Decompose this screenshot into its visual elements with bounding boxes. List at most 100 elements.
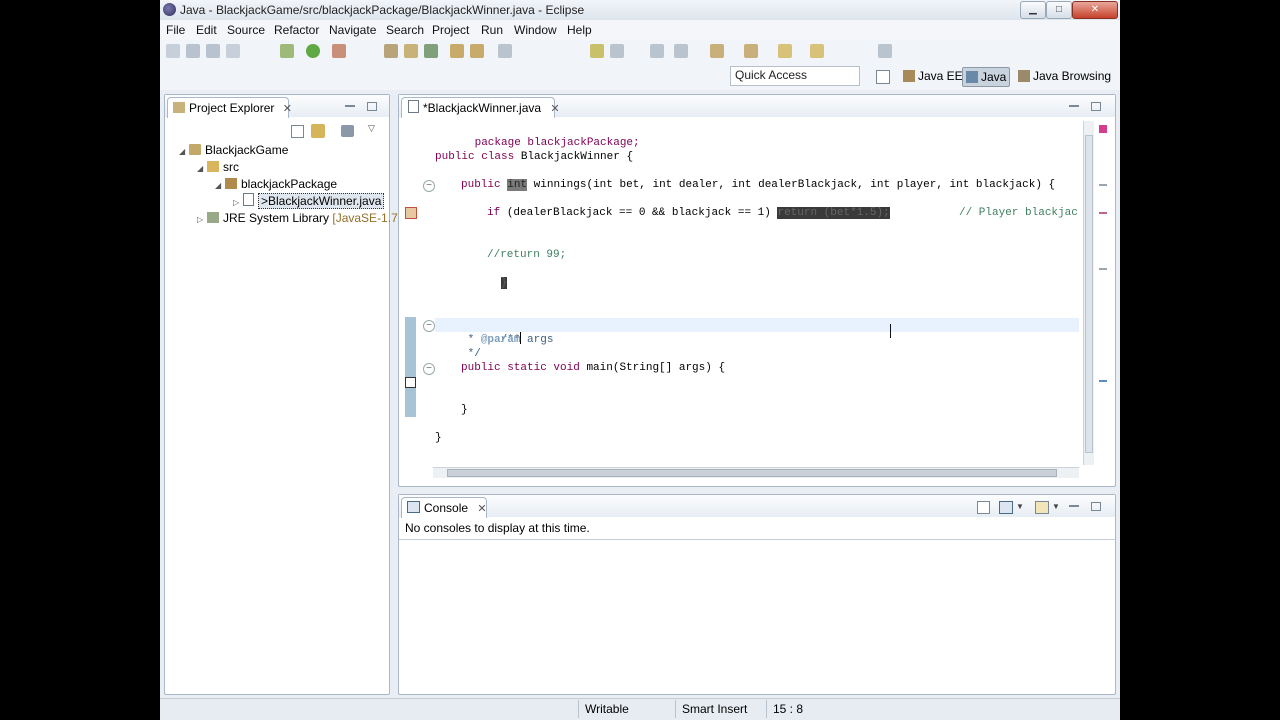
- tree-item-jre-library[interactable]: ▷ JRE System Library [JavaSE-1.7]: [197, 210, 401, 226]
- code-line[interactable]: package blackjackPackage;: [435, 122, 640, 149]
- menu-run[interactable]: Run: [481, 23, 503, 37]
- new-java-project-icon[interactable]: [384, 44, 398, 58]
- new-class-icon[interactable]: [424, 44, 438, 58]
- code-line[interactable]: if (dealerBlackjack == 0 && blackjack ==…: [487, 206, 890, 220]
- perspective-java-browsing[interactable]: Java Browsing: [1015, 67, 1114, 85]
- code-line[interactable]: public int winnings(int bet, int dealer,…: [461, 178, 1055, 192]
- menu-project[interactable]: Project: [432, 23, 469, 37]
- next-annotation-icon[interactable]: [710, 44, 724, 58]
- open-console-dropdown-icon[interactable]: ▼: [1052, 502, 1060, 511]
- menu-help[interactable]: Help: [567, 23, 592, 37]
- menu-navigate[interactable]: Navigate: [329, 23, 376, 37]
- toggle-mark-occurrences-icon[interactable]: [590, 44, 604, 58]
- error-overview-marker[interactable]: [1099, 125, 1107, 133]
- minimize-console-icon[interactable]: [1069, 505, 1079, 507]
- pin-editor-icon[interactable]: [878, 44, 892, 58]
- external-tools-icon[interactable]: [332, 44, 346, 58]
- previous-annotation-icon[interactable]: [744, 44, 758, 58]
- code-line[interactable]: public static void main(String[] args) {: [461, 361, 725, 375]
- open-type-icon[interactable]: [450, 44, 464, 58]
- save-all-icon[interactable]: [206, 44, 220, 58]
- project-explorer-tab[interactable]: Project Explorer ✕: [167, 97, 292, 118]
- customize-view-icon[interactable]: [341, 125, 354, 137]
- menu-refactor[interactable]: Refactor: [274, 23, 319, 37]
- minimize-button[interactable]: ▁: [1020, 1, 1046, 19]
- overview-marker[interactable]: [1099, 212, 1107, 214]
- overview-marker[interactable]: [1099, 268, 1107, 270]
- minimize-editor-icon[interactable]: [1069, 105, 1079, 107]
- close-button[interactable]: ✕: [1072, 1, 1118, 19]
- save-icon[interactable]: [186, 44, 200, 58]
- menu-search[interactable]: Search: [386, 23, 424, 37]
- collapse-all-icon[interactable]: [291, 125, 304, 138]
- code-line[interactable]: * @param args: [461, 333, 554, 347]
- tree-item-java-file[interactable]: ▷ >BlackjackWinner.java: [233, 193, 385, 211]
- code-line[interactable]: public class BlackjackWinner {: [435, 150, 633, 164]
- show-whitespace-icon[interactable]: [650, 44, 664, 58]
- forward-arrow-icon[interactable]: [810, 44, 824, 58]
- error-marker-icon[interactable]: [405, 207, 417, 219]
- maximize-editor-icon[interactable]: [1091, 102, 1101, 111]
- expanded-twistie-icon[interactable]: ◢: [215, 178, 225, 194]
- maximize-button[interactable]: □: [1046, 1, 1072, 19]
- close-tab-icon[interactable]: ✕: [283, 103, 292, 115]
- vertical-scrollbar[interactable]: [1083, 121, 1094, 465]
- pin-console-icon[interactable]: [977, 501, 990, 514]
- menu-source[interactable]: Source: [227, 23, 265, 37]
- code-line[interactable]: }: [461, 403, 468, 417]
- print-icon[interactable]: [226, 44, 240, 58]
- back-arrow-icon[interactable]: [778, 44, 792, 58]
- project-explorer-tab-label: Project Explorer: [189, 101, 275, 115]
- minimize-view-icon[interactable]: [345, 105, 355, 107]
- expanded-twistie-icon[interactable]: ◢: [179, 144, 189, 160]
- menu-file[interactable]: File: [166, 23, 185, 37]
- perspective-java-ee[interactable]: Java EE: [900, 67, 966, 85]
- fold-toggle-icon[interactable]: −: [423, 363, 435, 375]
- tree-item-package[interactable]: ◢ blackjackPackage: [215, 176, 337, 192]
- status-cursor-position: 15 : 8: [773, 702, 804, 716]
- toggle-block-selection-icon[interactable]: [610, 44, 624, 58]
- maximize-console-icon[interactable]: [1091, 502, 1101, 511]
- perspective-java[interactable]: Java: [962, 67, 1011, 87]
- code-line[interactable]: /**: [461, 318, 522, 346]
- tree-item-src[interactable]: ◢ src: [197, 159, 239, 175]
- display-console-dropdown-icon[interactable]: ▼: [1016, 502, 1024, 511]
- open-task-icon[interactable]: [470, 44, 484, 58]
- run-icon[interactable]: [306, 44, 320, 58]
- fold-toggle-icon[interactable]: −: [423, 180, 435, 192]
- collapsed-twistie-icon[interactable]: ▷: [233, 195, 243, 211]
- code-line[interactable]: */: [461, 347, 481, 361]
- display-console-icon[interactable]: [999, 501, 1013, 514]
- java-file-icon: [408, 100, 419, 113]
- code-line[interactable]: }: [435, 431, 442, 445]
- expanded-twistie-icon[interactable]: ◢: [197, 161, 207, 177]
- menu-window[interactable]: Window: [514, 23, 557, 37]
- view-menu-icon[interactable]: ▽: [368, 123, 375, 134]
- code-line[interactable]: //return 99;: [487, 248, 566, 262]
- new-package-icon[interactable]: [404, 44, 418, 58]
- open-perspective-icon[interactable]: [876, 70, 890, 84]
- code-line[interactable]: }: [461, 262, 508, 289]
- quick-access-field[interactable]: [730, 66, 860, 86]
- close-tab-icon[interactable]: ✕: [550, 103, 559, 115]
- tree-item-project[interactable]: ◢ BlackjackGame: [179, 142, 288, 158]
- horizontal-scroll-thumb[interactable]: [447, 469, 1057, 477]
- close-tab-icon[interactable]: ✕: [477, 503, 486, 515]
- editor-tab-blackjackwinner[interactable]: *BlackjackWinner.java ✕: [401, 97, 560, 118]
- debug-icon[interactable]: [280, 44, 294, 58]
- paragraph-icon[interactable]: [674, 44, 688, 58]
- vertical-scroll-thumb[interactable]: [1085, 135, 1093, 453]
- horizontal-scrollbar[interactable]: [433, 467, 1079, 478]
- menu-edit[interactable]: Edit: [196, 23, 217, 37]
- maximize-view-icon[interactable]: [367, 102, 377, 111]
- overview-marker[interactable]: [1099, 380, 1107, 382]
- collapsed-twistie-icon[interactable]: ▷: [197, 212, 207, 228]
- overview-marker[interactable]: [1099, 184, 1107, 186]
- fold-toggle-icon[interactable]: −: [423, 320, 435, 332]
- new-icon[interactable]: [166, 44, 180, 58]
- search-icon[interactable]: [498, 44, 512, 58]
- console-tab[interactable]: Console ✕: [401, 497, 487, 518]
- open-console-icon[interactable]: [1035, 501, 1049, 514]
- link-with-editor-icon[interactable]: [311, 124, 325, 138]
- quick-access-input[interactable]: [731, 67, 859, 83]
